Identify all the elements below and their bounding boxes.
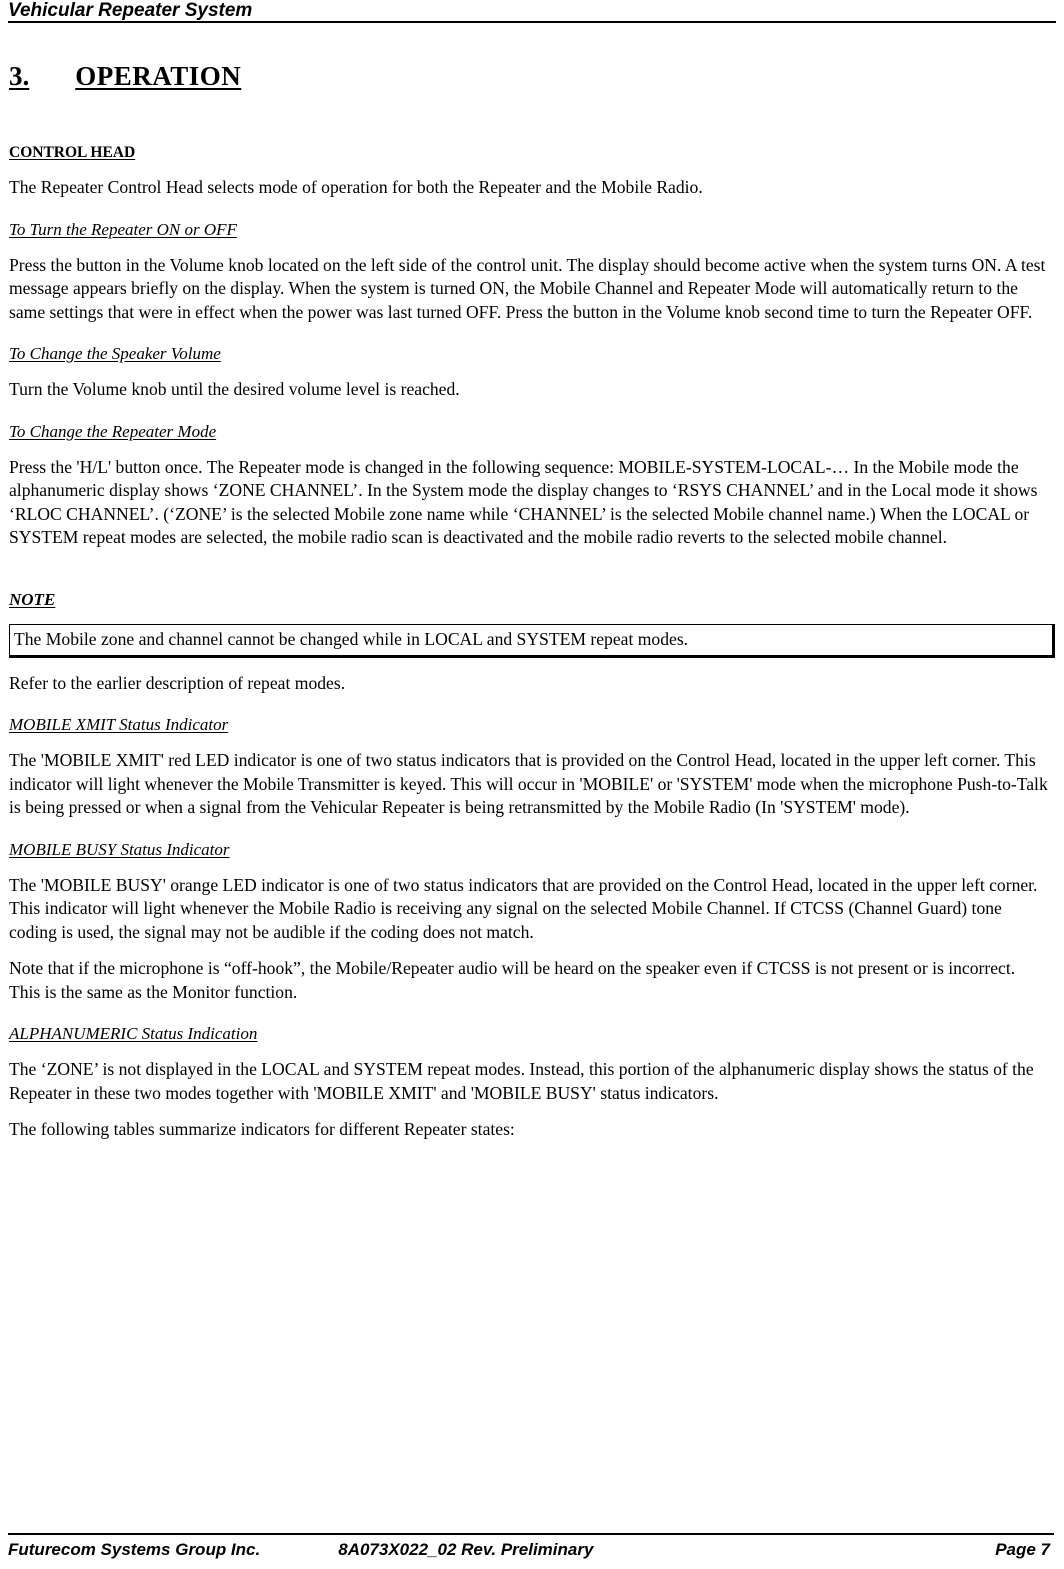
control-head-heading-wrap: CONTROL HEAD [9, 118, 1049, 162]
document-body: 3. OPERATION CONTROL HEAD The Repeater Co… [9, 44, 1055, 1142]
footer-page-number: Page 7 [995, 1540, 1050, 1559]
section-heading: 3. OPERATION [9, 60, 1049, 92]
note-callout-text: The Mobile zone and channel cannot be ch… [14, 628, 689, 649]
turn-on-off-heading: To Turn the Repeater ON or OFF [9, 219, 237, 239]
page-footer: Futurecom Systems Group Inc. 8A073X022_0… [8, 1533, 1054, 1569]
mobile-xmit-heading-wrap: MOBILE XMIT Status Indicator [9, 715, 1049, 735]
control-head-intro-paragraph: The Repeater Control Head selects mode o… [9, 177, 703, 197]
document-page: Vehicular Repeater System 3. OPERATION CO… [0, 0, 1064, 1569]
turn-on-off-paragraph: Press the button in the Volume knob loca… [9, 254, 1046, 322]
section-number: 3. [9, 61, 30, 91]
mobile-busy-note-paragraph: Note that if the microphone is “off-hook… [9, 958, 1016, 1002]
header-title: Vehicular Repeater System [8, 0, 253, 21]
note-followup-paragraph: Refer to the earlier description of repe… [9, 672, 346, 693]
alphanumeric-heading: ALPHANUMERIC Status Indication [9, 1024, 258, 1043]
repeater-mode-heading: To Change the Repeater Mode [9, 421, 217, 441]
mobile-busy-heading-wrap: MOBILE BUSY Status Indicator [9, 840, 1049, 860]
footer-divider [8, 1533, 1054, 1535]
mobile-busy-heading: MOBILE BUSY Status Indicator [9, 839, 230, 859]
header-divider [8, 21, 1056, 23]
note-heading-wrap: NOTE [9, 590, 1049, 610]
footer-document-id: 8A073X022_02 Rev. Preliminary [338, 1540, 594, 1559]
mobile-xmit-heading: MOBILE XMIT Status Indicator [9, 715, 229, 734]
repeater-mode-heading-wrap: To Change the Repeater Mode [9, 422, 1049, 442]
alphanumeric-paragraph: The ‘ZONE’ is not displayed in the LOCAL… [9, 1059, 1034, 1103]
turn-on-off-heading-wrap: To Turn the Repeater ON or OFF [9, 220, 1049, 240]
note-heading: NOTE [9, 589, 56, 609]
section-title: OPERATION [75, 61, 242, 91]
speaker-volume-heading: To Change the Speaker Volume [9, 344, 221, 363]
note-callout-box: The Mobile zone and channel cannot be ch… [9, 623, 1055, 658]
mobile-busy-paragraph: The 'MOBILE BUSY' orange LED indicator i… [9, 874, 1038, 942]
footer-company: Futurecom Systems Group Inc. [8, 1540, 261, 1559]
alphanumeric-heading-wrap: ALPHANUMERIC Status Indication [9, 1024, 1049, 1044]
repeater-mode-paragraph: Press the 'H/L' button once. The Repeate… [9, 456, 1038, 548]
page-header: Vehicular Repeater System [8, 0, 1056, 24]
speaker-volume-heading-wrap: To Change the Speaker Volume [9, 344, 1049, 364]
control-head-heading: CONTROL HEAD [9, 144, 136, 161]
alphanumeric-closing-paragraph: The following tables summarize indicator… [9, 1119, 515, 1139]
mobile-xmit-paragraph: The 'MOBILE XMIT' red LED indicator is o… [9, 750, 1048, 817]
speaker-volume-paragraph: Turn the Volume knob until the desired v… [9, 379, 460, 399]
footer-row: Futurecom Systems Group Inc. 8A073X022_0… [8, 1539, 1054, 1561]
